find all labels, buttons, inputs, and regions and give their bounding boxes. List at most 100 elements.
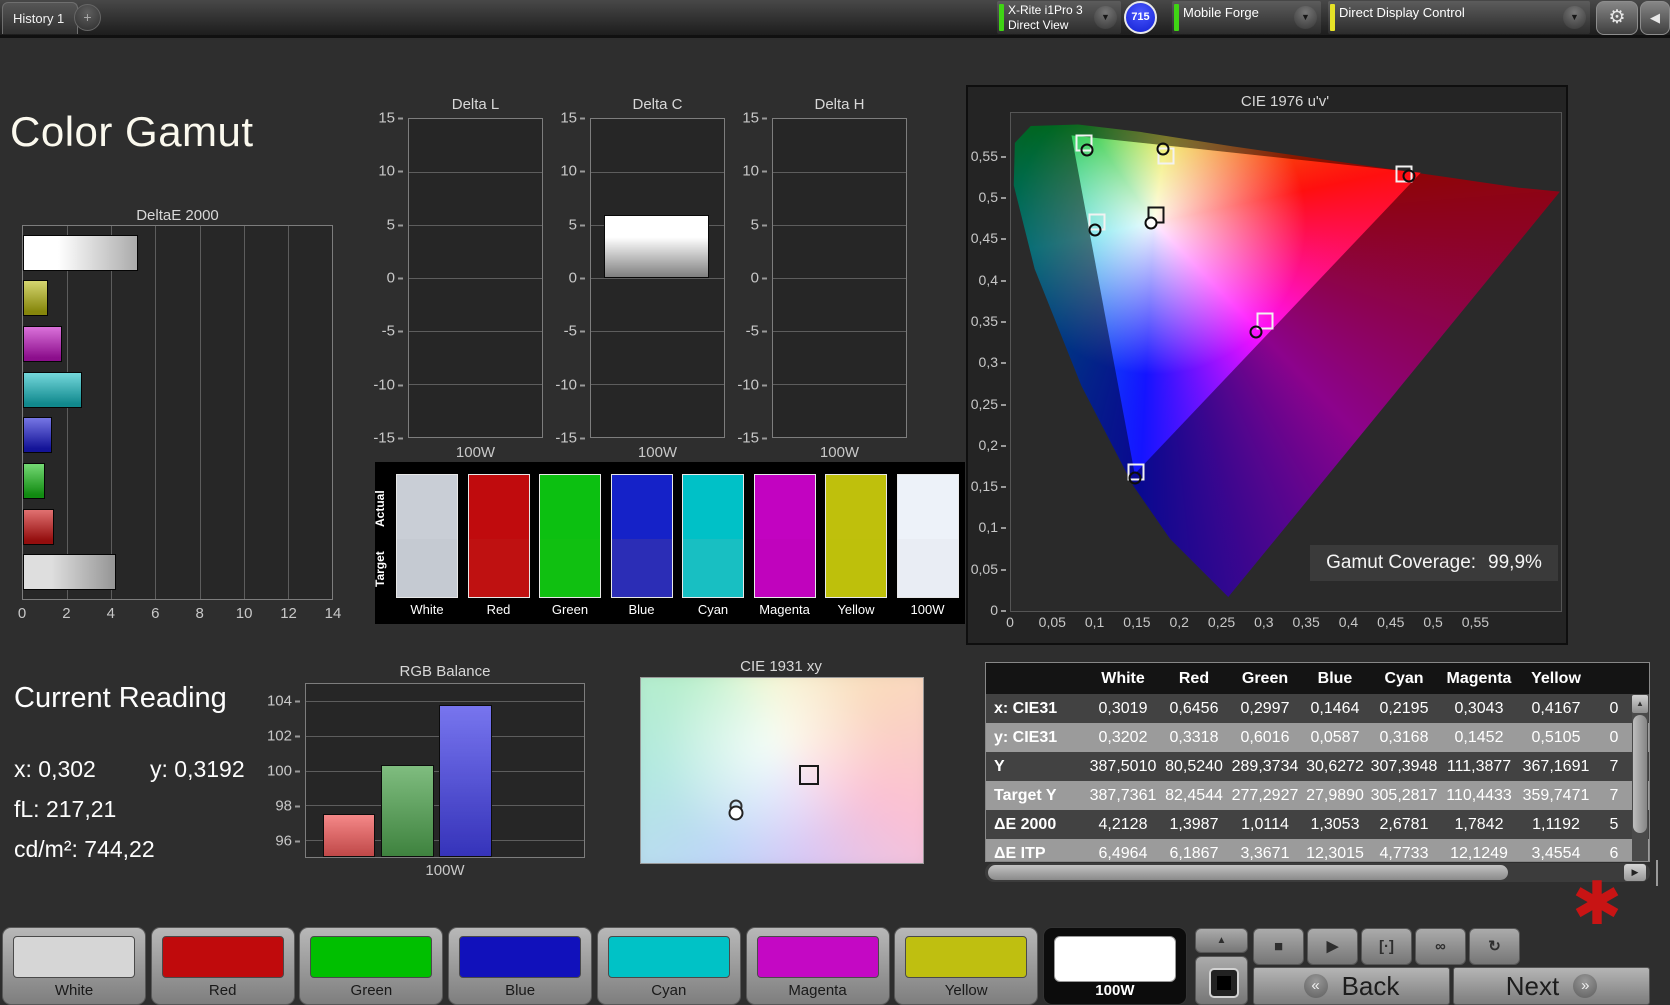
table-cell: 307,3948 bbox=[1368, 758, 1440, 776]
magenta-actual-marker bbox=[1249, 326, 1262, 339]
column-header: Green bbox=[1228, 670, 1302, 688]
table-row: Target Y387,736182,4544277,292727,989030… bbox=[986, 781, 1649, 810]
y-tick-label: 0,25 bbox=[971, 396, 1006, 412]
y-tick-label: 0,55 bbox=[971, 148, 1006, 164]
refresh-button[interactable]: ↻ bbox=[1469, 928, 1520, 965]
y-tick-label: 5 bbox=[751, 216, 767, 233]
delta-l-plot bbox=[408, 118, 543, 438]
scroll-up-icon[interactable]: ▲ bbox=[1632, 695, 1648, 713]
gridline bbox=[409, 172, 542, 173]
back-button[interactable]: « Back bbox=[1253, 967, 1450, 1005]
pattern-window-icon bbox=[1209, 968, 1239, 998]
y-axis-labels: 151050-5-10-15 bbox=[543, 118, 585, 438]
next-button[interactable]: Next » bbox=[1453, 967, 1650, 1005]
pattern-button-white[interactable]: White bbox=[2, 927, 146, 1005]
y-tick-label: 0 bbox=[387, 270, 403, 287]
table-cell-clipped: 0 bbox=[1594, 729, 1634, 747]
table-cell: 6,4964 bbox=[1086, 845, 1160, 863]
scrollbar-thumb[interactable] bbox=[1633, 715, 1647, 833]
stop-button[interactable]: ■ bbox=[1253, 928, 1304, 965]
gamut-coverage-label: Gamut Coverage: bbox=[1326, 552, 1476, 574]
table-horizontal-scrollbar[interactable]: ▶ bbox=[985, 863, 1650, 882]
bar-row bbox=[23, 509, 332, 545]
delta-h-chart: Delta H 151050-5-10-15 100W bbox=[772, 96, 907, 461]
cie1976-plot: Gamut Coverage: 99,9% bbox=[1010, 112, 1562, 612]
pattern-window-button[interactable] bbox=[1195, 956, 1248, 1005]
table-cell: 12,1249 bbox=[1440, 845, 1518, 863]
meter-reading-badge[interactable]: 715 bbox=[1124, 1, 1157, 34]
pattern-button-cyan[interactable]: Cyan bbox=[597, 927, 741, 1005]
y-tick-label: 5 bbox=[387, 216, 403, 233]
gridline bbox=[409, 225, 542, 226]
next-chevron-icon: » bbox=[1573, 974, 1597, 998]
gamut-coverage-readout: Gamut Coverage: 99,9% bbox=[1310, 545, 1558, 581]
x-tick-label: 0 bbox=[18, 605, 26, 622]
x-tick-label: 0,05 bbox=[1039, 614, 1066, 630]
x-tick-label: 8 bbox=[196, 605, 204, 622]
table-cell: 387,5010 bbox=[1086, 758, 1160, 776]
gamut-coverage-value: 99,9% bbox=[1488, 552, 1542, 574]
source-dropdown[interactable]: Mobile Forge ▼ bbox=[1172, 1, 1321, 34]
collapse-panel-icon[interactable]: ◀ bbox=[1640, 1, 1670, 35]
y-tick-label: -15 bbox=[373, 430, 403, 447]
table-cell: 289,3734 bbox=[1228, 758, 1302, 776]
y-axis-labels: 151050-5-10-15 bbox=[361, 118, 403, 438]
cie1931-field bbox=[640, 677, 924, 864]
x-tick-label: 12 bbox=[280, 605, 297, 622]
workflow-status-stripe bbox=[1330, 4, 1335, 31]
table-cell: 0,3043 bbox=[1440, 700, 1518, 718]
measure-series-button[interactable]: [·] bbox=[1361, 928, 1412, 965]
pattern-window-up-button[interactable]: ▲ bbox=[1195, 928, 1248, 953]
source-name: Mobile Forge bbox=[1183, 1, 1290, 21]
workflow-dropdown[interactable]: Direct Display Control ▼ bbox=[1328, 1, 1590, 34]
chart-title: Delta C bbox=[565, 96, 750, 113]
pattern-button-green[interactable]: Green bbox=[299, 927, 443, 1005]
table-cell: 111,3877 bbox=[1440, 758, 1518, 776]
table-cell: 30,6272 bbox=[1302, 758, 1368, 776]
gridline bbox=[591, 172, 724, 173]
swatch-actual bbox=[469, 475, 529, 539]
y-tick-label: 0,2 bbox=[979, 437, 1006, 453]
swatch-cyan bbox=[682, 474, 744, 598]
cyan-actual-marker bbox=[1089, 224, 1102, 237]
scrollbar-thumb[interactable] bbox=[988, 865, 1508, 880]
meter-dropdown[interactable]: X-Rite i1Pro 3 Direct View ▼ bbox=[997, 1, 1121, 34]
y-tick-label: -5 bbox=[382, 323, 403, 340]
pattern-button-blue[interactable]: Blue bbox=[448, 927, 592, 1005]
blue-actual-marker bbox=[1128, 471, 1141, 484]
y-tick-label: 104 bbox=[267, 692, 300, 709]
pattern-button-yellow[interactable]: Yellow bbox=[894, 927, 1038, 1005]
measure-once-button[interactable]: ▶ bbox=[1307, 928, 1358, 965]
chevron-down-icon[interactable]: ▼ bbox=[1563, 6, 1586, 29]
alert-asterisk-icon[interactable]: ✱ bbox=[1562, 868, 1632, 940]
deltae2000-x-axis: 02468101214 bbox=[22, 605, 333, 621]
swatch-actual bbox=[612, 475, 672, 539]
gridline bbox=[773, 331, 906, 332]
table-cell: 27,9890 bbox=[1302, 787, 1368, 805]
pattern-button-100w[interactable]: 100W bbox=[1043, 927, 1187, 1005]
pattern-button-red[interactable]: Red bbox=[151, 927, 295, 1005]
add-tab-button[interactable]: + bbox=[74, 4, 101, 31]
measure-continuous-button[interactable]: ∞ bbox=[1415, 928, 1466, 965]
table-cell: 82,4544 bbox=[1160, 787, 1228, 805]
chart-title: Delta L bbox=[383, 96, 568, 113]
table-vertical-scrollbar[interactable]: ▲ bbox=[1632, 695, 1648, 861]
chevron-down-icon[interactable]: ▼ bbox=[1294, 6, 1317, 29]
swatch-magenta bbox=[754, 474, 816, 598]
chevron-down-icon[interactable]: ▼ bbox=[1094, 6, 1117, 29]
table-cell: 1,1192 bbox=[1518, 816, 1594, 834]
y-tick-label: -15 bbox=[737, 430, 767, 447]
swatch-target bbox=[683, 539, 743, 597]
red-actual-marker bbox=[1403, 169, 1416, 182]
bar-row bbox=[23, 554, 332, 590]
gear-icon[interactable]: ⚙ bbox=[1596, 1, 1638, 35]
swatch-target bbox=[469, 539, 529, 597]
reading-fl: fL: 217,21 bbox=[14, 796, 116, 823]
reading-cdm2: cd/m²: 744,22 bbox=[14, 836, 155, 863]
pattern-label: Cyan bbox=[598, 982, 740, 999]
table-cell: 0,6016 bbox=[1228, 729, 1302, 747]
y-tick-label: 102 bbox=[267, 727, 300, 744]
tab-history-1[interactable]: History 1 bbox=[2, 2, 78, 34]
y-tick-label: 0,05 bbox=[971, 561, 1006, 577]
pattern-button-magenta[interactable]: Magenta bbox=[746, 927, 890, 1005]
